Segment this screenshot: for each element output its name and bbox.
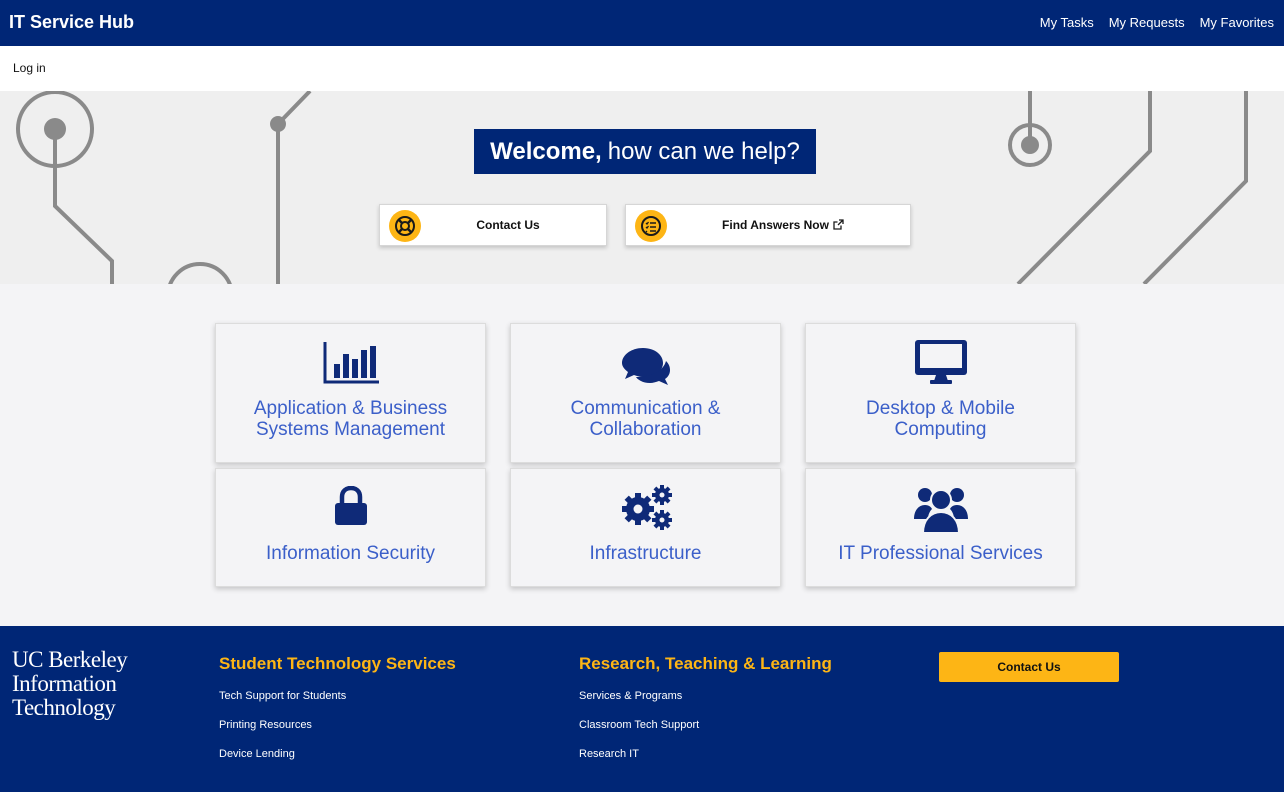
footer-col-research: Research, Teaching & Learning Services &… [579, 654, 832, 777]
tile-title: Infrastructure [589, 543, 702, 564]
find-answers-label: Find Answers Now [626, 218, 910, 232]
tile-desktop-mobile[interactable]: Desktop & Mobile Computing [805, 323, 1076, 463]
footer-link-research-it[interactable]: Research IT [579, 748, 832, 761]
gears-icon [511, 483, 780, 531]
footer-link-tech-support[interactable]: Tech Support for Students [219, 690, 456, 703]
footer-link-services-programs[interactable]: Services & Programs [579, 690, 832, 703]
login-link[interactable]: Log in [13, 61, 46, 75]
hero-banner: Welcome, how can we help? Contact Us Fin… [0, 91, 1284, 284]
monitor-icon [806, 339, 1075, 385]
welcome-text: how can we help? [607, 137, 800, 165]
tile-title: Information Security [266, 543, 435, 564]
external-link-icon [833, 219, 844, 230]
users-icon [806, 483, 1075, 533]
bar-chart-icon [216, 342, 485, 384]
footer-heading: Student Technology Services [219, 654, 456, 673]
checklist-icon [635, 210, 667, 242]
tile-information-security[interactable]: Information Security [215, 468, 486, 587]
tile-it-professional-services[interactable]: IT Professional Services [805, 468, 1076, 587]
nav-my-tasks[interactable]: My Tasks [1040, 15, 1094, 30]
nav-my-requests[interactable]: My Requests [1109, 15, 1185, 30]
tile-communication-collaboration[interactable]: Communication & Collaboration [510, 323, 781, 463]
tile-application-business[interactable]: Application & Business Systems Management [215, 323, 486, 463]
tile-title: Application & Business Systems Management [253, 398, 448, 440]
footer-contact-button[interactable]: Contact Us [939, 652, 1119, 682]
welcome-bold: Welcome, [490, 137, 602, 165]
chat-bubbles-icon [511, 346, 780, 386]
find-answers-button[interactable]: Find Answers Now [625, 204, 911, 246]
uc-berkeley-logo[interactable]: UC Berkeley Information Technology [12, 648, 128, 720]
lock-icon [216, 486, 485, 526]
circuit-decoration [16, 91, 1248, 284]
top-nav: My Tasks My Requests My Favorites [1040, 15, 1274, 30]
footer: UC Berkeley Information Technology Stude… [0, 626, 1284, 792]
top-bar: IT Service Hub My Tasks My Requests My F… [0, 0, 1284, 46]
welcome-heading: Welcome, how can we help? [474, 129, 816, 174]
tile-title: Communication & Collaboration [570, 398, 721, 440]
tile-title: Desktop & Mobile Computing [866, 398, 1015, 440]
lifebuoy-icon [389, 210, 421, 242]
brand-link[interactable]: IT Service Hub [9, 12, 134, 33]
tile-title: IT Professional Services [838, 543, 1043, 564]
tile-infrastructure[interactable]: Infrastructure [510, 468, 781, 587]
nav-my-favorites[interactable]: My Favorites [1200, 15, 1274, 30]
footer-col-student-tech: Student Technology Services Tech Support… [219, 654, 456, 777]
footer-link-printing[interactable]: Printing Resources [219, 719, 456, 732]
footer-heading: Research, Teaching & Learning [579, 654, 832, 673]
login-bar: Log in [0, 46, 1284, 91]
footer-link-classroom-support[interactable]: Classroom Tech Support [579, 719, 832, 732]
footer-link-device-lending[interactable]: Device Lending [219, 748, 456, 761]
contact-us-button[interactable]: Contact Us [379, 204, 607, 246]
